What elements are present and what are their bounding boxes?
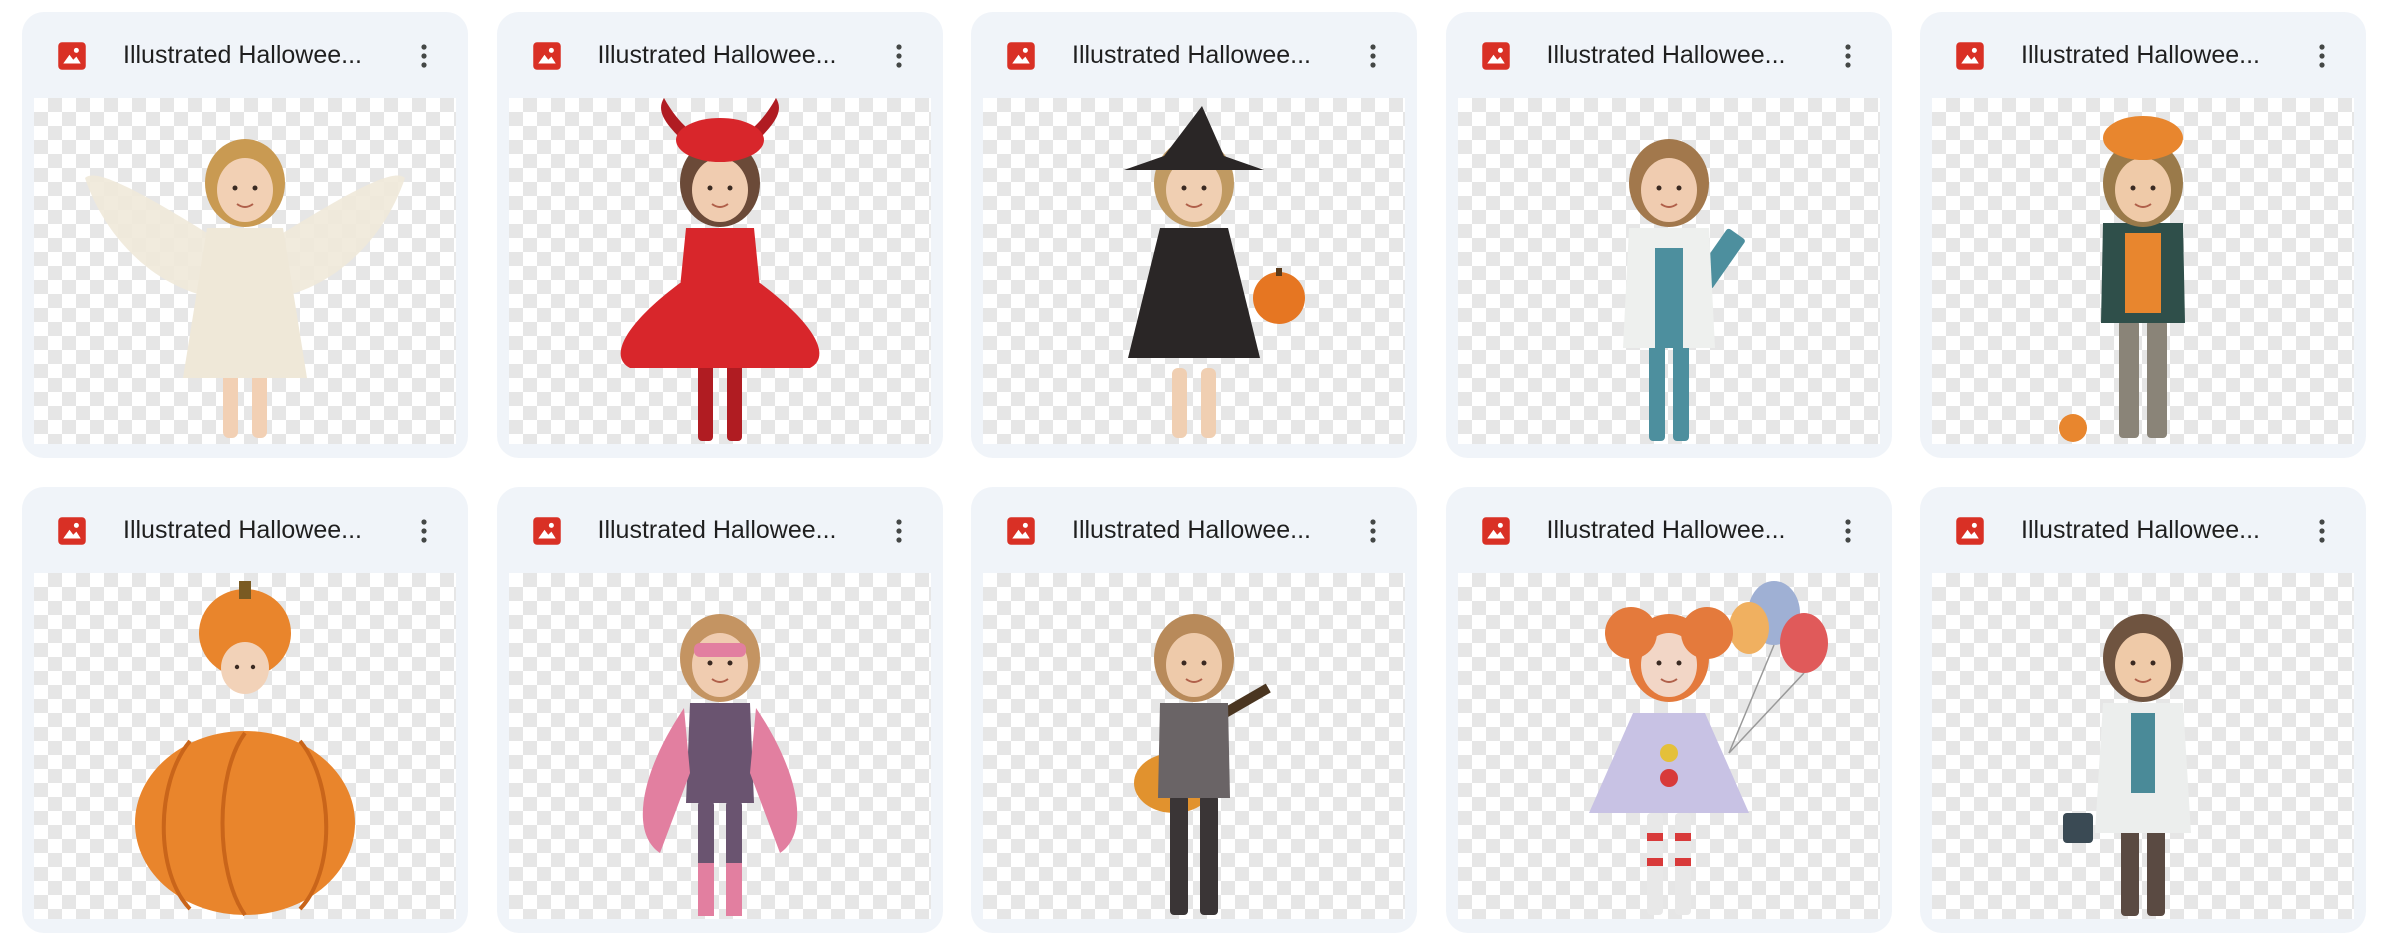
more-actions-button[interactable] — [877, 509, 921, 553]
costume-illustration-witch — [1124, 106, 1305, 438]
more-actions-button[interactable] — [402, 509, 446, 553]
more-actions-button[interactable] — [2300, 34, 2344, 78]
file-card-header: Illustrated Hallowee... — [497, 487, 943, 573]
more-vert-icon — [421, 519, 427, 543]
more-vert-icon — [895, 519, 902, 543]
more-vert-icon — [2319, 519, 2325, 543]
file-name: Illustrated Hallowee... — [1546, 516, 1786, 544]
more-vert-icon — [1370, 519, 1376, 543]
costume-illustration-boy-pumpkin — [2059, 116, 2185, 442]
file-name: Illustrated Hallowee... — [597, 516, 837, 544]
image-file-icon — [532, 516, 562, 546]
file-card-9[interactable]: Illustrated Hallowee... — [1445, 487, 1892, 933]
image-file-icon — [532, 41, 562, 71]
file-card-header: Illustrated Hallowee... — [1920, 487, 2366, 573]
image-file-icon — [1006, 41, 1036, 71]
image-file-icon — [1955, 516, 1985, 546]
file-name: Illustrated Hallowee... — [2021, 516, 2261, 544]
file-card-header: Illustrated Hallowee... — [22, 12, 468, 98]
costume-illustration-rockstar — [1134, 614, 1271, 915]
costume-illustration-clown — [1588, 581, 1828, 915]
file-thumbnail[interactable] — [1932, 98, 2354, 444]
file-grid: Illustrated Hallowee... Illustrated Hall… — [22, 12, 2366, 933]
image-file-icon — [1006, 516, 1036, 546]
file-thumbnail[interactable] — [508, 573, 931, 919]
file-card-2[interactable]: Illustrated Hallowee... — [496, 12, 943, 458]
file-card-header: Illustrated Hallowee... — [1446, 487, 1892, 573]
file-thumbnail[interactable] — [508, 98, 931, 444]
file-thumbnail[interactable] — [34, 573, 456, 919]
file-card-1[interactable]: Illustrated Hallowee... — [22, 12, 468, 458]
file-thumbnail[interactable] — [34, 98, 456, 444]
file-card-header: Illustrated Hallowee... — [971, 12, 1417, 98]
more-vert-icon — [895, 44, 902, 68]
image-file-icon — [1481, 41, 1511, 71]
file-thumbnail[interactable] — [983, 98, 1405, 444]
image-file-icon — [57, 41, 87, 71]
costume-illustration-superhero — [642, 614, 797, 916]
file-card-header: Illustrated Hallowee... — [1920, 12, 2366, 98]
image-file-icon — [1481, 516, 1511, 546]
file-card-header: Illustrated Hallowee... — [22, 487, 468, 573]
file-card-8[interactable]: Illustrated Hallowee... — [971, 487, 1417, 933]
more-vert-icon — [421, 44, 427, 68]
file-name: Illustrated Hallowee... — [1072, 41, 1312, 69]
file-card-10[interactable]: Illustrated Hallowee... — [1920, 487, 2366, 933]
file-name: Illustrated Hallowee... — [1072, 516, 1312, 544]
more-actions-button[interactable] — [402, 34, 446, 78]
file-name: Illustrated Hallowee... — [597, 41, 837, 69]
file-card-3[interactable]: Illustrated Hallowee... — [971, 12, 1417, 458]
file-name: Illustrated Hallowee... — [1546, 41, 1786, 69]
costume-illustration-pumpkin — [135, 581, 355, 917]
file-card-4[interactable]: Illustrated Hallowee... — [1445, 12, 1892, 458]
more-actions-button[interactable] — [1351, 34, 1395, 78]
file-card-header: Illustrated Hallowee... — [1446, 12, 1892, 98]
more-vert-icon — [1370, 44, 1376, 68]
image-file-icon — [1955, 41, 1985, 71]
file-name: Illustrated Hallowee... — [123, 41, 363, 69]
costume-illustration-devil — [620, 98, 819, 441]
costume-illustration-angel — [85, 139, 405, 438]
file-thumbnail[interactable] — [1932, 573, 2354, 919]
file-card-5[interactable]: Illustrated Hallowee... — [1920, 12, 2366, 458]
image-file-icon — [57, 516, 87, 546]
more-actions-button[interactable] — [1826, 34, 1870, 78]
more-vert-icon — [1844, 44, 1851, 68]
file-thumbnail[interactable] — [1457, 98, 1880, 444]
file-thumbnail[interactable] — [1457, 573, 1880, 919]
more-actions-button[interactable] — [1351, 509, 1395, 553]
costume-illustration-doctor-boy — [2063, 614, 2191, 916]
file-card-7[interactable]: Illustrated Hallowee... — [496, 487, 943, 933]
more-vert-icon — [2319, 44, 2325, 68]
file-card-header: Illustrated Hallowee... — [971, 487, 1417, 573]
file-thumbnail[interactable] — [983, 573, 1405, 919]
more-vert-icon — [1844, 519, 1851, 543]
costume-illustration-doctor — [1622, 139, 1745, 441]
file-name: Illustrated Hallowee... — [123, 516, 363, 544]
more-actions-button[interactable] — [2300, 509, 2344, 553]
file-name: Illustrated Hallowee... — [2021, 41, 2261, 69]
file-card-6[interactable]: Illustrated Hallowee... — [22, 487, 468, 933]
file-card-header: Illustrated Hallowee... — [497, 12, 943, 98]
more-actions-button[interactable] — [1826, 509, 1870, 553]
more-actions-button[interactable] — [877, 34, 921, 78]
